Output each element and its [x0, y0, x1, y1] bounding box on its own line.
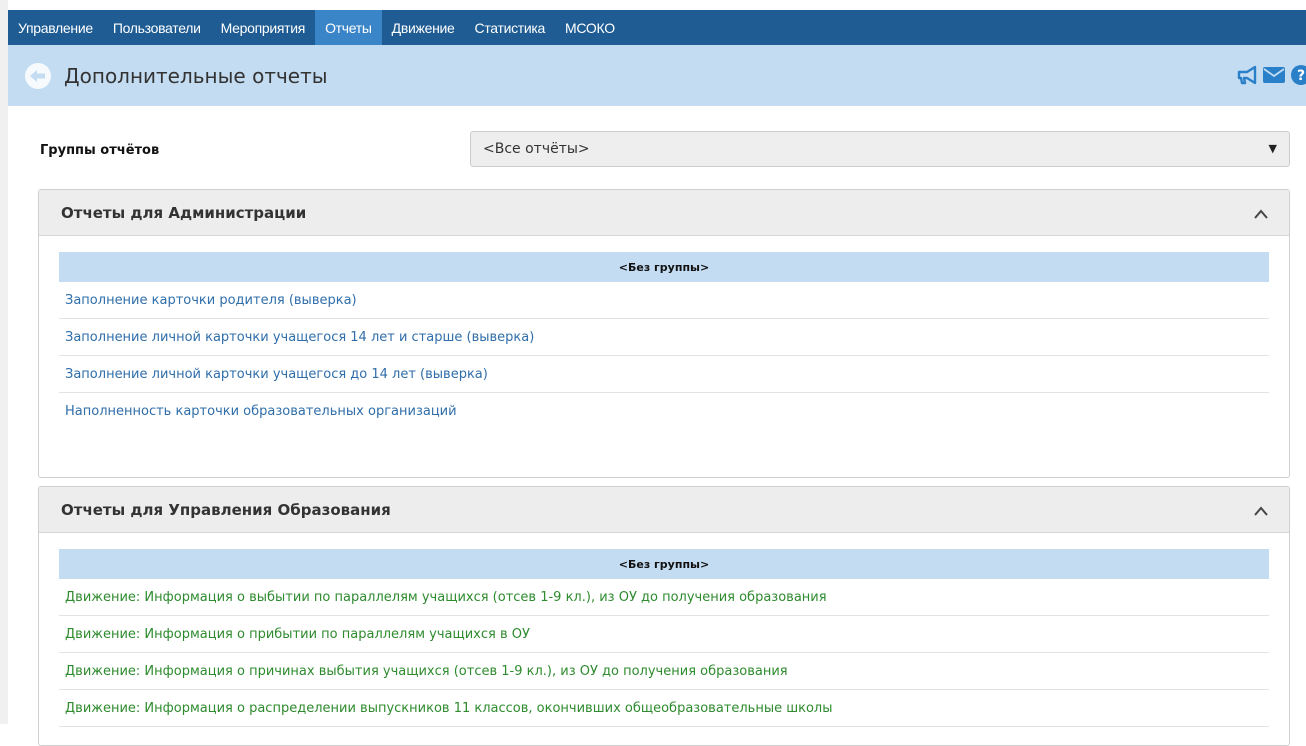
- mail-icon[interactable]: [1262, 65, 1286, 85]
- header-actions: ?: [1236, 64, 1306, 86]
- chevron-up-icon[interactable]: [1253, 205, 1269, 224]
- report-groups-label: Группы отчётов: [40, 143, 160, 158]
- panel-title: Отчеты для Администрации: [61, 203, 307, 222]
- page-title: Дополнительные отчеты: [64, 63, 328, 88]
- nav-item-statistics[interactable]: Статистика: [465, 10, 556, 45]
- report-link[interactable]: Наполненность карточки образовательных о…: [59, 393, 1269, 430]
- panel-education-department: Отчеты для Управления Образования <Без г…: [38, 486, 1290, 746]
- panel-title: Отчеты для Управления Образования: [61, 500, 391, 519]
- back-icon[interactable]: [24, 62, 52, 90]
- report-link[interactable]: Движение: Информация о прибытии по парал…: [59, 616, 1269, 653]
- megaphone-icon[interactable]: [1236, 64, 1258, 86]
- report-link[interactable]: Движение: Информация о распределении вып…: [59, 690, 1269, 727]
- help-icon[interactable]: ?: [1290, 64, 1306, 86]
- panel-header-administration[interactable]: Отчеты для Администрации: [39, 190, 1289, 236]
- dropdown-caret-icon: ▼: [1268, 142, 1277, 155]
- svg-text:?: ?: [1297, 68, 1305, 84]
- page-header: Дополнительные отчеты ?: [8, 45, 1306, 106]
- chevron-up-icon[interactable]: [1253, 502, 1269, 521]
- report-link[interactable]: Заполнение карточки родителя (выверка): [59, 282, 1269, 319]
- group-header: <Без группы>: [59, 549, 1269, 579]
- nav-item-movement[interactable]: Движение: [382, 10, 465, 45]
- report-link[interactable]: Заполнение личной карточки учащегося до …: [59, 356, 1269, 393]
- group-header: <Без группы>: [59, 252, 1269, 282]
- nav-item-events[interactable]: Мероприятия: [211, 10, 315, 45]
- report-groups-select[interactable]: <Все отчёты> ▼: [470, 131, 1290, 167]
- report-link[interactable]: Заполнение личной карточки учащегося 14 …: [59, 319, 1269, 356]
- nav-item-reports[interactable]: Отчеты: [315, 10, 382, 45]
- nav-item-users[interactable]: Пользователи: [103, 10, 211, 45]
- panel-header-education-department[interactable]: Отчеты для Управления Образования: [39, 487, 1289, 533]
- top-navigation: Управление Пользователи Мероприятия Отче…: [8, 10, 1306, 45]
- nav-item-msoko[interactable]: МСОКО: [555, 10, 625, 45]
- page-left-gutter: [0, 0, 8, 724]
- nav-item-management[interactable]: Управление: [8, 10, 103, 45]
- panel-administration: Отчеты для Администрации <Без группы> За…: [38, 189, 1290, 478]
- report-groups-selected: <Все отчёты>: [483, 141, 590, 157]
- report-link[interactable]: Движение: Информация о причинах выбытия …: [59, 653, 1269, 690]
- report-link[interactable]: Движение: Информация о выбытии по паралл…: [59, 579, 1269, 616]
